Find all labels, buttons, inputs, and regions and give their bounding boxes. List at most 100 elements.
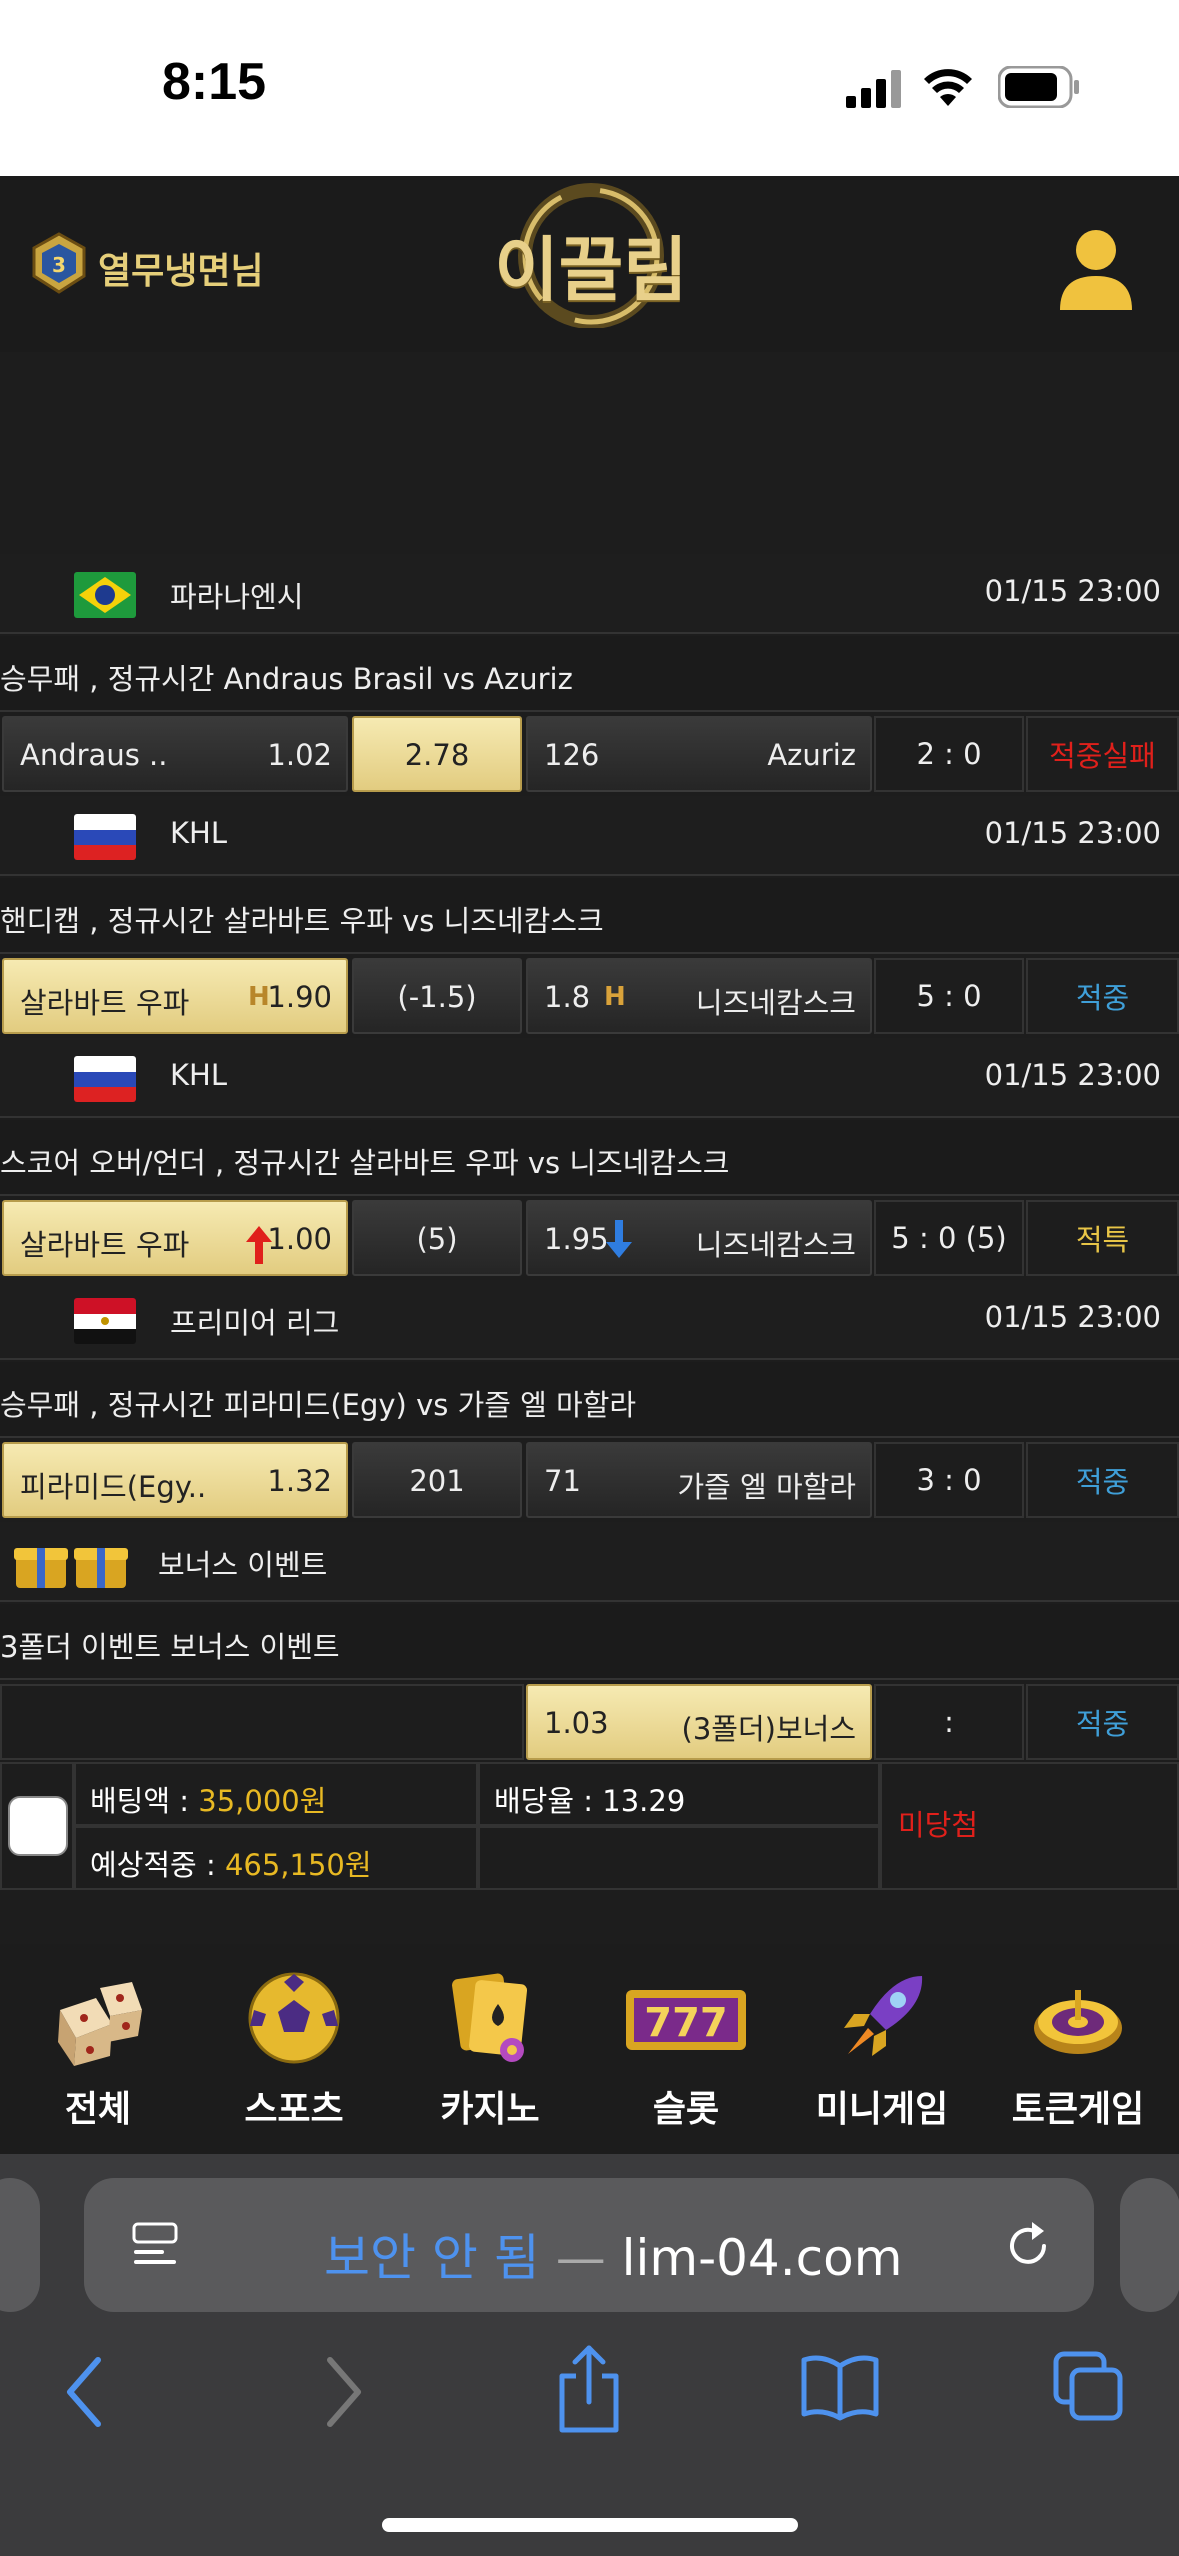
home-team: Andraus ..	[20, 738, 168, 772]
match-date: 01/15 23:00	[984, 1058, 1161, 1092]
select-checkbox[interactable]	[8, 1796, 68, 1856]
draw-odds: 201	[409, 1464, 465, 1498]
bonus-empty-cell	[0, 1684, 524, 1760]
draw-odds-button[interactable]: 2.78	[352, 716, 522, 792]
tabs-icon[interactable]	[1052, 2350, 1126, 2424]
bet-row: 피라미드(Egy.. 1.32 201 71 가즐 엘 마할라 3 : 0 적중	[0, 1440, 1179, 1520]
bookmarks-icon[interactable]	[800, 2352, 880, 2422]
wifi-icon	[924, 69, 972, 106]
league-name: 파라나엔시	[170, 580, 304, 614]
cards-icon	[452, 1973, 528, 2062]
league-header: KHL 01/15 23:00	[0, 1038, 1179, 1118]
nav-sports[interactable]: 스포츠	[196, 1962, 392, 2142]
total-line[interactable]: (5)	[352, 1200, 522, 1276]
bonus-header: 보너스 이벤트	[0, 1522, 1179, 1602]
league-header: 파라나엔시 01/15 23:00	[0, 554, 1179, 634]
bet-amount-label: 배팅액 :	[90, 1784, 199, 1818]
expected-value: 465,150원	[224, 1848, 372, 1882]
category-nav: 전체 스포츠 카지노 777 슬롯 미니게임 토큰게임	[0, 1944, 1179, 2154]
nav-label: 토큰게임	[1011, 2089, 1145, 2130]
russia-flag-icon	[74, 814, 136, 860]
league-name: 프리미어 리그	[170, 1306, 340, 1340]
url-text[interactable]: 보안 안 됨 — lim-04.com	[324, 2218, 902, 2290]
bonus-odds: 1.03	[544, 1706, 609, 1740]
over-odds: 1.00	[267, 1222, 332, 1256]
page-menu-icon[interactable]	[132, 2222, 178, 2268]
app-header: 3 열무냉면님 이끌림 충전 환전	[0, 176, 1179, 470]
nav-label: 전체	[64, 2089, 132, 2130]
gift-box-icon	[14, 1548, 128, 1588]
expected-cell: 예상적중 : 465,150원	[74, 1826, 478, 1890]
nav-minigame[interactable]: 미니게임	[784, 1962, 980, 2142]
nav-token-game[interactable]: 토큰게임	[980, 1962, 1176, 2142]
bet-result: 적중	[1026, 1442, 1179, 1518]
address-bar[interactable]: 보안 안 됨 — lim-04.com	[84, 2178, 1094, 2312]
match-score: 3 : 0	[874, 1442, 1024, 1518]
under-odds-button[interactable]: 1.95 니즈네캄스크	[526, 1200, 872, 1276]
nav-label: 카지노	[440, 2089, 540, 2130]
russia-flag-icon	[74, 1056, 136, 1102]
handicap-h-icon: H	[604, 982, 626, 1012]
dice-icon	[58, 1982, 142, 2066]
league-header: KHL 01/15 23:00	[0, 796, 1179, 876]
over-odds-button[interactable]: 살라바트 우파 1.00	[2, 1200, 348, 1276]
site-logo[interactable]: 이끌림	[486, 176, 696, 336]
under-odds: 1.95	[544, 1222, 609, 1256]
reload-icon[interactable]	[1004, 2220, 1054, 2270]
handicap-value[interactable]: (-1.5)	[352, 958, 522, 1034]
bonus-result: 적중	[1026, 1684, 1179, 1760]
svg-text:777: 777	[644, 2000, 728, 2046]
browser-chrome: 보안 안 됨 — lim-04.com	[0, 2154, 1179, 2556]
empty-cell	[478, 1826, 880, 1890]
home-odds-button[interactable]: 살라바트 우파 H 1.90	[2, 958, 348, 1034]
soccer-ball-icon	[248, 1972, 340, 2064]
nav-all[interactable]: 전체	[0, 1962, 196, 2142]
bet-result: 적중실패	[1026, 716, 1179, 792]
away-odds-button[interactable]: 1.8 H 니즈네캄스크	[526, 958, 872, 1034]
rank-badge-icon: 3	[32, 232, 86, 294]
match-score: 2 : 0	[874, 716, 1024, 792]
bonus-bet-row: 1.03 (3폴더)보너스 : 적중	[0, 1682, 1179, 1762]
away-team: Azuriz	[767, 738, 856, 772]
away-odds-button[interactable]: 71 가즐 엘 마할라	[526, 1442, 872, 1518]
next-tab-pill[interactable]	[1120, 2178, 1179, 2312]
back-icon[interactable]	[62, 2352, 112, 2432]
bonus-odds-button[interactable]: 1.03 (3폴더)보너스	[526, 1684, 872, 1760]
logo-text: 이끌림	[494, 229, 688, 311]
bet-amount-value: 35,000원	[198, 1784, 327, 1818]
match-title: 승무패 , 정규시간 피라미드(Egy) vs 가즐 엘 마할라	[0, 1362, 1179, 1438]
handicap-line: (-1.5)	[397, 980, 477, 1014]
egypt-flag-icon	[74, 1298, 136, 1344]
user-profile-icon[interactable]	[1056, 226, 1136, 310]
nav-casino[interactable]: 카지노	[392, 1962, 588, 2142]
home-team: 피라미드(Egy..	[20, 1470, 207, 1504]
bet-row: 살라바트 우파 1.00 (5) 1.95 니즈네캄스크 5 : 0 (5) 적…	[0, 1198, 1179, 1278]
forward-icon[interactable]	[316, 2352, 366, 2432]
bonus-label: (3폴더)보너스	[681, 1712, 856, 1746]
bonus-league-name: 보너스 이벤트	[158, 1548, 328, 1582]
draw-odds-button[interactable]: 201	[352, 1442, 522, 1518]
bet-summary: 배팅액 : 35,000원 배당율 : 13.29 예상적중 : 465,150…	[0, 1762, 1179, 1894]
home-odds-button[interactable]: Andraus .. 1.02	[2, 716, 348, 792]
home-team: 살라바트 우파	[20, 986, 190, 1020]
share-icon[interactable]	[556, 2344, 622, 2434]
checkbox-cell	[0, 1762, 74, 1890]
home-odds-button[interactable]: 피라미드(Egy.. 1.32	[2, 1442, 348, 1518]
away-team: 니즈네캄스크	[695, 1228, 856, 1262]
svg-text:3: 3	[52, 253, 66, 277]
league-header: 프리미어 리그 01/15 23:00	[0, 1280, 1179, 1360]
username[interactable]: 열무냉면님	[98, 242, 264, 294]
nav-slots[interactable]: 777 슬롯	[588, 1962, 784, 2142]
insecure-label: 보안 안 됨	[324, 2229, 540, 2287]
match-title: 핸디캡 , 정규시간 살라바트 우파 vs 니즈네캄스크	[0, 878, 1179, 954]
match-title-text: 승무패 , 정규시간 Andraus Brasil vs Azuriz	[0, 662, 573, 696]
previous-tab-pill[interactable]	[0, 2178, 40, 2312]
away-odds-button[interactable]: 126 Azuriz	[526, 716, 872, 792]
battery-icon	[998, 66, 1079, 108]
home-odds: 1.90	[267, 980, 332, 1014]
match-title: 승무패 , 정규시간 Andraus Brasil vs Azuriz	[0, 636, 1179, 712]
match-date: 01/15 23:00	[984, 1300, 1161, 1334]
home-odds: 1.32	[267, 1464, 332, 1498]
rocket-icon	[844, 1976, 923, 2056]
away-team: 가즐 엘 마할라	[677, 1470, 856, 1504]
